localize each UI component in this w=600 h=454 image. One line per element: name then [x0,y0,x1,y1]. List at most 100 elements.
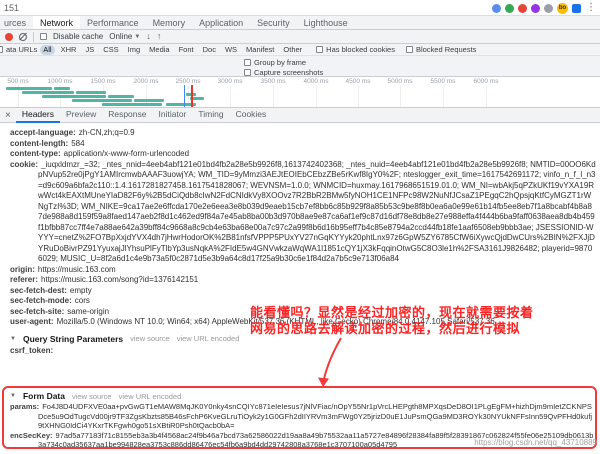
blocked-requests-label: Blocked Requests [416,45,476,54]
bookmark-app-icon[interactable] [572,4,581,13]
capture-screenshots-checkbox[interactable] [244,69,251,76]
header-name: origin: [10,265,35,274]
timeline-tick-label: 1500 ms [91,78,116,85]
export-har-icon[interactable]: ↑ [157,32,162,41]
header-value: same-origin [67,307,109,316]
browser-topbar: 151 bo ⋮ [0,0,600,16]
filter-xhr[interactable]: XHR [58,45,80,55]
filter-font[interactable]: Font [176,45,197,55]
has-blocked-cookies-checkbox[interactable] [316,46,323,53]
group-by-frame-checkbox[interactable] [244,59,251,66]
annotation-text: 能看懂吗？显然是经过加密的，现在就需要按着 网易的思路去解读加密的过程，然后进行… [250,305,534,336]
filter-img[interactable]: Img [125,45,144,55]
panel-tab-security[interactable]: Security [250,16,297,29]
view-source-link[interactable]: view source [72,392,112,401]
request-header-row: accept-language:zh-CN,zh;q=0.9 [10,128,596,139]
overview-request-bar [22,91,74,94]
collapse-triangle-icon[interactable]: ▼ [10,336,16,342]
panel-tab-memory[interactable]: Memory [146,16,193,29]
header-name: user-agent: [10,317,54,326]
filter-all[interactable]: All [40,45,54,55]
browser-tab-title[interactable]: 151 [4,3,19,13]
header-name: content-type: [10,149,61,158]
extension-icon-blue[interactable] [492,4,501,13]
request-header-row: origin:https://music.163.com [10,265,596,276]
query-param-row: csrf_token: [10,346,596,357]
load-event-line [191,85,193,107]
filter-media[interactable]: Media [146,45,172,55]
header-value: https://music.163.com/song?id=1376142151 [41,275,198,284]
filter-ws[interactable]: WS [222,45,240,55]
overview-request-bar [54,87,70,90]
tab-headers[interactable]: Headers [16,108,60,123]
request-header-row: sec-fetch-dest:empty [10,286,596,297]
header-value: empty [70,286,92,295]
tab-timing[interactable]: Timing [192,108,229,123]
request-detail-tabs: × Headers Preview Response Initiator Tim… [0,108,600,123]
headers-panel: accept-language:zh-CN,zh;q=0.9 content-l… [0,124,600,454]
form-data-title: Form Data [23,391,65,401]
extension-icon-green[interactable] [505,4,514,13]
collapse-triangle-icon[interactable]: ▼ [10,393,16,399]
timeline-tick-label: 3000 ms [218,78,243,85]
throttling-select[interactable]: Online ▼ [109,32,140,41]
panel-tab-network[interactable]: Network [33,16,80,29]
extension-icon-purple[interactable] [531,4,540,13]
header-name: accept-language: [10,128,76,137]
timeline-tick-label: 2000 ms [134,78,159,85]
tab-initiator[interactable]: Initiator [153,108,193,123]
annotation-line1: 能看懂吗？显然是经过加密的，现在就需要按着 [250,305,534,321]
header-value: _iuqxldmzr_=32; _ntes_nnid=4eeb4abf121e0… [38,160,596,264]
disable-cache-checkbox[interactable] [40,33,47,40]
panel-tab-sources[interactable]: urces [0,16,33,29]
overview-grid-line [316,85,317,107]
tab-preview[interactable]: Preview [60,108,102,123]
view-url-encoded-link[interactable]: view URL encoded [177,334,240,343]
header-value: 584 [71,139,84,148]
browser-menu-icon[interactable]: ⋮ [585,3,597,13]
param-name: csrf_token: [10,346,53,355]
timeline-tick-label: 2500 ms [176,78,201,85]
chevron-down-icon: ▼ [134,34,140,40]
capture-screenshots-label: Capture screenshots [254,68,323,77]
filter-js[interactable]: JS [82,45,97,55]
close-icon[interactable]: × [0,108,16,123]
header-name: referer: [10,275,38,284]
devtools-panel-tabs: urces Network Performance Memory Applica… [0,16,600,30]
param-value: Fo4J8D4UDFXVE0aa+pvGwGT1eMAW8MqJK0Y0nky4… [38,402,592,430]
clear-icon[interactable] [19,33,27,41]
filter-doc[interactable]: Doc [200,45,219,55]
extension-icon-red[interactable] [518,4,527,13]
filter-other[interactable]: Other [280,45,305,55]
filter-css[interactable]: CSS [100,45,121,55]
panel-tab-application[interactable]: Application [192,16,250,29]
view-url-encoded-link[interactable]: view URL encoded [119,392,182,401]
network-options-row: Group by frame Capture screenshots [0,56,600,77]
header-value: cors [75,296,90,305]
hide-data-urls-checkbox[interactable] [0,46,3,53]
import-har-icon[interactable]: ↓ [146,32,151,41]
header-value: application/x-www-form-urlencoded [64,149,189,158]
view-source-link[interactable]: view source [130,334,170,343]
overview-request-bar [102,103,162,106]
header-name: sec-fetch-dest: [10,286,67,295]
blocked-requests-checkbox[interactable] [406,46,413,53]
request-header-row: content-length:584 [10,139,596,150]
record-button[interactable] [5,33,13,41]
overview-request-bar [72,99,132,102]
overview-request-bar [42,95,106,98]
header-name: cookie: [10,160,38,169]
query-string-title: Query String Parameters [23,334,123,344]
network-overview-strip[interactable] [0,85,600,108]
toolbar-divider [33,32,34,42]
panel-tab-lighthouse[interactable]: Lighthouse [297,16,355,29]
panel-tab-performance[interactable]: Performance [80,16,146,29]
timeline-tick-label: 4500 ms [346,78,371,85]
group-by-frame-label: Group by frame [254,58,306,67]
tab-cookies[interactable]: Cookies [230,108,273,123]
extension-icon-gray[interactable] [544,4,553,13]
filter-manifest[interactable]: Manifest [243,45,277,55]
tab-response[interactable]: Response [102,108,152,123]
browser-toolbar-icons: bo ⋮ [492,0,597,16]
profile-avatar[interactable]: bo [557,3,568,14]
